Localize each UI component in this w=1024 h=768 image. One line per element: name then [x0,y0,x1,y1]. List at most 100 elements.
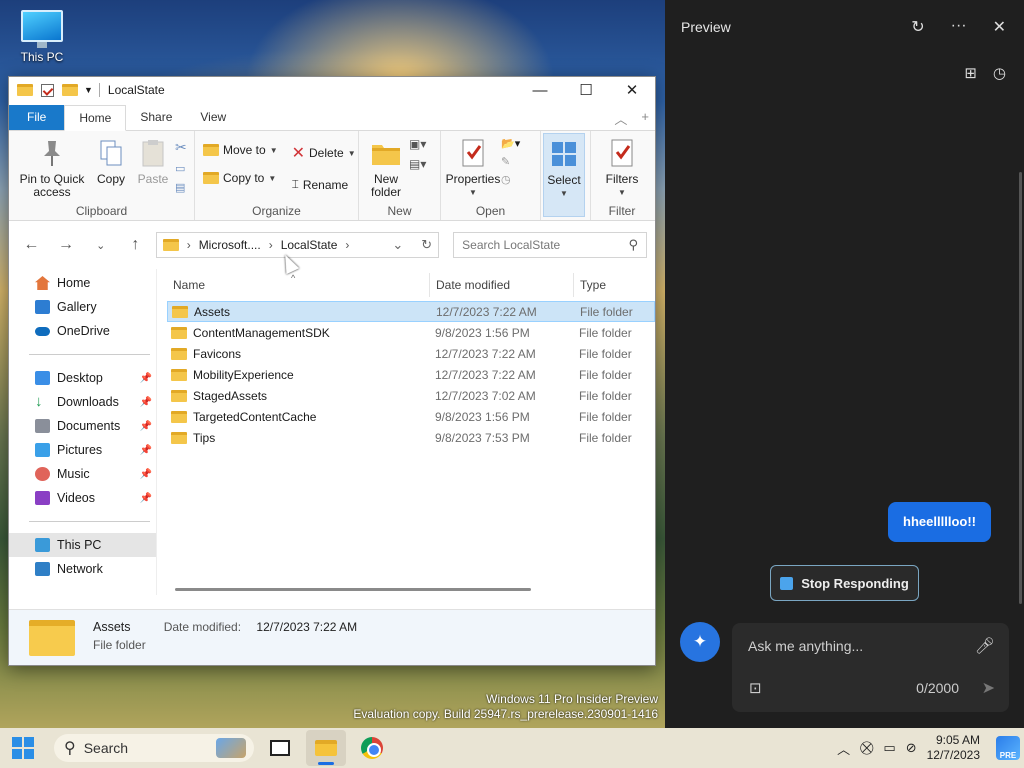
start-button[interactable] [12,737,34,759]
new-topic-button[interactable]: ✦ [680,622,720,662]
forward-arrow-icon[interactable]: → [52,236,81,254]
address-dropdown-icon[interactable]: ⌄ [392,237,403,253]
new-item-icon[interactable]: ▣▾ [409,137,426,151]
paste-shortcut-icon[interactable]: ▤ [175,181,187,194]
minimize-button[interactable]: — [517,77,563,103]
maximize-button[interactable]: ☐ [563,77,609,103]
file-list: ^ Name Date modified Type Assets 12/7/202… [157,269,655,595]
send-icon[interactable]: ➤ [982,678,995,698]
file-row[interactable]: Tips 9/8/2023 7:53 PM File folder [167,427,655,448]
taskbar-search[interactable]: ⚲ Search [54,734,254,762]
open-icon[interactable]: 📂▾ [501,137,520,150]
ask-input[interactable]: Ask me anything... 🎤︎ ⊡ 0/2000 ➤ [732,623,1009,712]
cut-icon[interactable]: ✂ [175,139,187,156]
this-pc-desktop-icon[interactable]: This PC [14,10,70,64]
column-type[interactable]: Type [573,273,653,297]
address-bar[interactable]: › Microsoft.... › LocalState › ⌄ ↻ [155,232,440,258]
image-capture-icon[interactable]: ⊡ [749,679,762,697]
nav-item-videos[interactable]: Videos 📌 [9,486,156,510]
file-row[interactable]: StagedAssets 12/7/2023 7:02 AM File folder [167,385,655,406]
column-name[interactable]: Name [167,273,429,297]
easy-access-icon[interactable]: ▤▾ [409,157,426,171]
properties-quick-icon[interactable] [41,83,54,97]
file-row[interactable]: TargetedContentCache 9/8/2023 1:56 PM File… [167,406,655,427]
chrome-taskbar-button[interactable] [352,730,392,766]
title-bar[interactable]: ▼ LocalState — ☐ ✕ [9,77,655,103]
pin-icon: 📌 [139,492,152,504]
nav-item-this-pc[interactable]: This PC [9,533,156,557]
show-hidden-icons-icon[interactable]: ︿ [837,739,850,758]
tab-share[interactable]: Share [126,105,186,130]
quick-access-dropdown-icon[interactable]: ▼ [84,85,93,95]
sort-ascending-icon: ^ [291,273,296,283]
tab-view[interactable]: View [186,105,240,130]
copilot-scrollbar[interactable] [1019,172,1022,604]
clipboard-group-label: Clipboard [75,204,128,218]
file-date: 9/8/2023 7:53 PM [435,430,530,445]
breadcrumb-microsoft[interactable]: Microsoft.... [199,238,261,252]
microphone-icon[interactable]: 🎤︎ [975,636,995,656]
display-icon[interactable]: ▭ [883,740,895,756]
file-type: File folder [579,430,632,445]
collapse-ribbon-icon[interactable]: ︿ [614,109,627,128]
task-view-button[interactable] [260,730,300,766]
breadcrumb-localstate[interactable]: LocalState [281,238,338,252]
file-explorer-taskbar-button[interactable] [306,730,346,766]
help-icon[interactable]: + [641,109,649,128]
gallery-icon [35,300,50,314]
close-button[interactable]: ✕ [609,77,655,103]
edit-icon[interactable]: ✎ [501,155,520,168]
close-icon[interactable]: ✕ [993,17,1006,37]
folder-icon [171,368,187,381]
nav-item-desktop[interactable]: Desktop 📌 [9,366,156,390]
clock[interactable]: 9:05 AM 12/7/2023 [927,733,980,763]
tab-home[interactable]: Home [64,105,127,131]
history-icon[interactable]: ◷ [993,64,1006,82]
new-folder-quick-icon[interactable] [62,84,78,96]
recent-locations-icon[interactable]: ⌄ [86,239,115,252]
nav-item-network[interactable]: Network [9,557,156,581]
file-row[interactable]: ContentManagementSDK 9/8/2023 1:56 PM File… [167,322,655,343]
file-row[interactable]: MobilityExperience 12/7/2023 7:22 AM File … [167,364,655,385]
file-row[interactable]: Favicons 12/7/2023 7:22 AM File folder [167,343,655,364]
stop-responding-button[interactable]: Stop Responding [770,565,919,601]
up-arrow-icon[interactable]: ↑ [121,236,150,254]
nav-item-home[interactable]: Home [9,271,156,295]
desktop-icon [35,371,50,385]
back-arrow-icon[interactable]: ← [17,236,46,254]
history-icon[interactable]: ◷ [501,173,520,186]
nav-item-music[interactable]: Music 📌 [9,462,156,486]
refresh-icon[interactable]: ↻ [911,17,924,37]
nav-item-onedrive[interactable]: OneDrive [9,319,156,343]
file-explorer-icon [315,740,337,756]
nav-item-downloads[interactable]: ↓ Downloads 📌 [9,390,156,414]
network-status-icon[interactable]: ⊘ [906,740,917,756]
tab-file[interactable]: File [9,105,65,130]
stop-label: Stop Responding [801,575,909,591]
horizontal-scrollbar[interactable] [175,588,531,591]
copy-to-button[interactable]: Copy to ▼ [203,171,278,185]
more-options-icon[interactable]: ··· [951,17,967,37]
window-title: LocalState [107,83,165,97]
nav-item-documents[interactable]: Documents 📌 [9,414,156,438]
file-row[interactable]: Assets 12/7/2023 7:22 AM File folder [167,301,655,322]
plugins-icon[interactable]: ⊞ [964,64,977,82]
nav-item-pictures[interactable]: Pictures 📌 [9,438,156,462]
security-icon[interactable]: ⛒ [860,740,873,756]
search-input[interactable]: Search LocalState ⚲ [453,232,648,258]
nav-pictures-label: Pictures [57,443,103,457]
file-type: File folder [579,409,632,424]
delete-button[interactable]: ✕ Delete ▼ [292,143,356,163]
move-to-button[interactable]: Move to ▼ [203,143,278,157]
rename-button[interactable]: ⌶ Rename [292,177,356,192]
column-date-modified[interactable]: Date modified [429,273,573,297]
insider-badge-icon[interactable]: PRE [996,736,1020,760]
select-button[interactable]: Select ▼ [543,133,585,217]
copy-path-icon[interactable]: ▭ [175,162,187,175]
pin-icon: 📌 [139,372,152,384]
user-message: hheellllloo!! [888,502,991,542]
file-type: File folder [579,346,632,361]
refresh-icon[interactable]: ↻ [421,237,432,253]
nav-item-gallery[interactable]: Gallery [9,295,156,319]
documents-icon [35,419,50,433]
